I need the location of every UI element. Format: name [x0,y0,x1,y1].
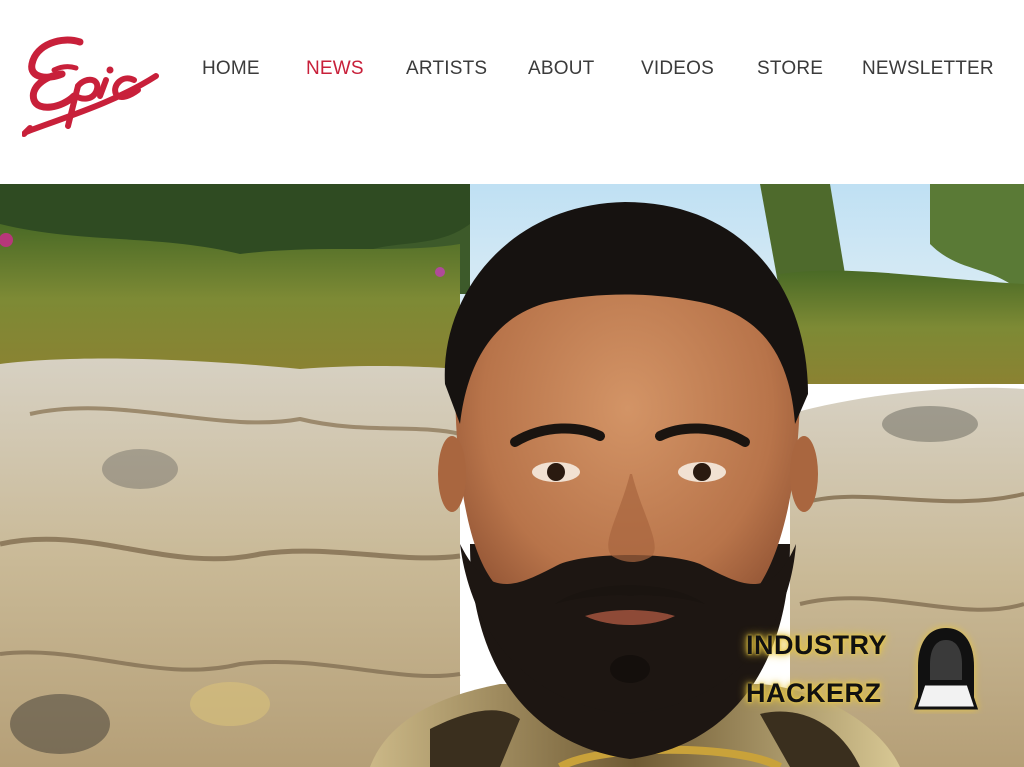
nav-item-artists[interactable]: ARTISTS [406,58,487,80]
nav-item-about[interactable]: ABOUT [528,58,594,80]
main-nav: HOME NEWS ARTISTS ABOUT VIDEOS STORE NEW… [0,58,1024,82]
nav-item-newsletter[interactable]: NEWSLETTER [862,58,994,80]
site-header: HOME NEWS ARTISTS ABOUT VIDEOS STORE NEW… [0,0,1024,184]
epic-logo-image [21,36,159,137]
watermark-line1: INDUSTRY [746,630,888,660]
watermark-line2: HACKERZ [746,678,882,708]
industry-hackerz-watermark: INDUSTRY HACKERZ [742,622,992,722]
nav-item-news[interactable]: NEWS [306,58,364,80]
nav-item-home[interactable]: HOME [202,58,260,80]
hooded-hacker-laptop-icon [913,628,979,710]
nav-item-videos[interactable]: VIDEOS [641,58,714,80]
nav-item-store[interactable]: STORE [757,58,823,80]
epic-logo[interactable] [21,30,162,140]
